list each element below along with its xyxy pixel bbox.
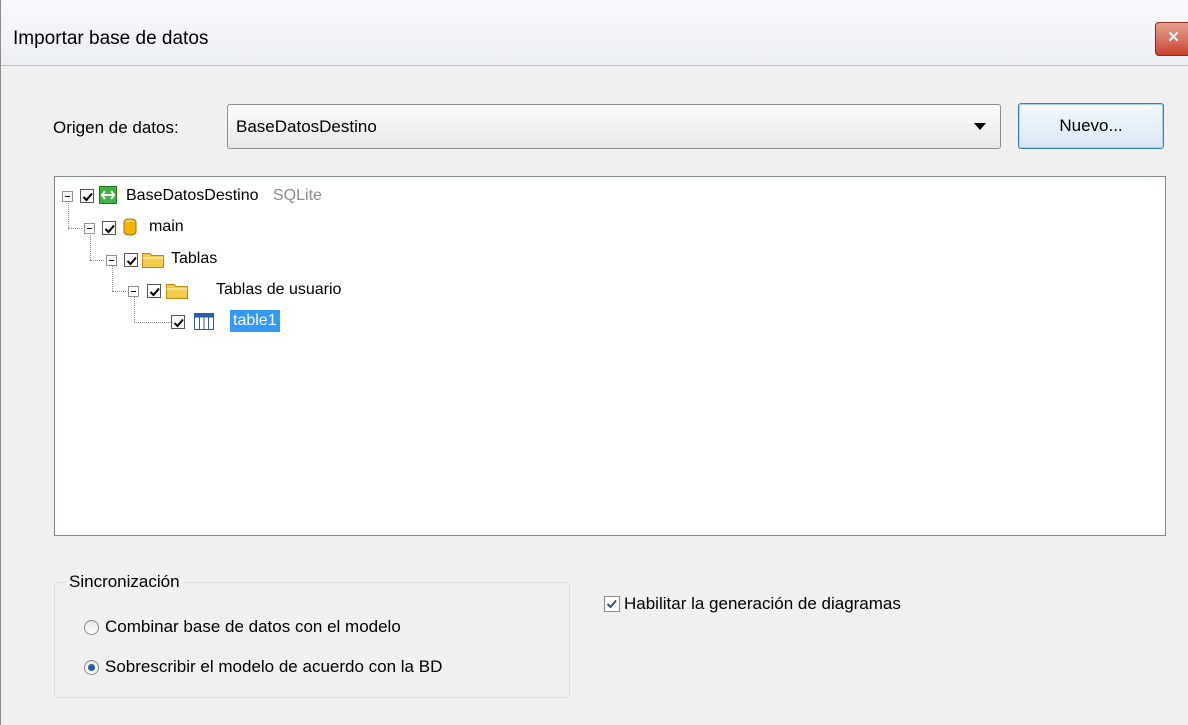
sync-groupbox <box>54 582 570 698</box>
collapse-icon[interactable] <box>62 191 73 202</box>
chevron-down-icon[interactable] <box>974 123 986 130</box>
tree-line <box>112 262 113 291</box>
diagram-checkbox-label[interactable]: Habilitar la generación de diagramas <box>624 594 901 614</box>
node-checkbox[interactable] <box>102 221 116 235</box>
dialog-title: Importar base de datos <box>13 28 209 49</box>
close-icon: × <box>1168 27 1180 48</box>
datasource-label: Origen de datos: <box>53 118 179 137</box>
new-datasource-button[interactable]: Nuevo... <box>1018 103 1164 149</box>
radio-overwrite[interactable] <box>84 660 99 675</box>
tree-line <box>90 260 104 261</box>
datasource-value: BaseDatosDestino <box>236 117 377 136</box>
database-connection-icon <box>99 186 117 209</box>
node-checkbox[interactable] <box>124 253 138 267</box>
import-database-dialog: Importar base de datos × Origen de datos… <box>0 0 1188 725</box>
collapse-icon[interactable] <box>84 223 95 234</box>
node-label: BaseDatosDestino <box>126 187 259 204</box>
title-bar: Importar base de datos × <box>1 0 1188 66</box>
folder-icon <box>166 282 188 304</box>
database-schema-icon <box>123 218 137 241</box>
node-sublabel: SQLite <box>273 187 322 204</box>
collapse-icon[interactable] <box>106 255 117 266</box>
folder-icon <box>142 251 164 273</box>
database-tree[interactable]: BaseDatosDestino SQLite main Tablas Tabl… <box>54 176 1166 536</box>
radio-merge-label[interactable]: Combinar base de datos con el modelo <box>105 617 401 637</box>
radio-overwrite-label[interactable]: Sobrescribir el modelo de acuerdo con la… <box>105 657 442 677</box>
tree-line <box>90 230 91 260</box>
close-button[interactable]: × <box>1155 22 1188 56</box>
tree-line <box>112 291 126 292</box>
table-icon <box>194 313 214 335</box>
radio-merge[interactable] <box>84 620 99 635</box>
collapse-icon[interactable] <box>128 286 139 297</box>
tree-line <box>68 199 69 228</box>
datasource-select[interactable]: BaseDatosDestino <box>227 104 1001 149</box>
node-label: Tablas <box>171 250 218 267</box>
node-label: Tablas de usuario <box>216 281 342 298</box>
tree-line <box>134 293 135 322</box>
node-checkbox[interactable] <box>171 315 185 329</box>
tree-line <box>68 228 82 229</box>
node-checkbox[interactable] <box>80 189 94 203</box>
node-label: main <box>149 218 184 235</box>
node-label: table1 <box>230 310 280 332</box>
node-checkbox[interactable] <box>147 284 161 298</box>
diagram-checkbox[interactable] <box>604 596 620 612</box>
sync-legend: Sincronización <box>65 572 184 592</box>
tree-line <box>134 322 171 323</box>
